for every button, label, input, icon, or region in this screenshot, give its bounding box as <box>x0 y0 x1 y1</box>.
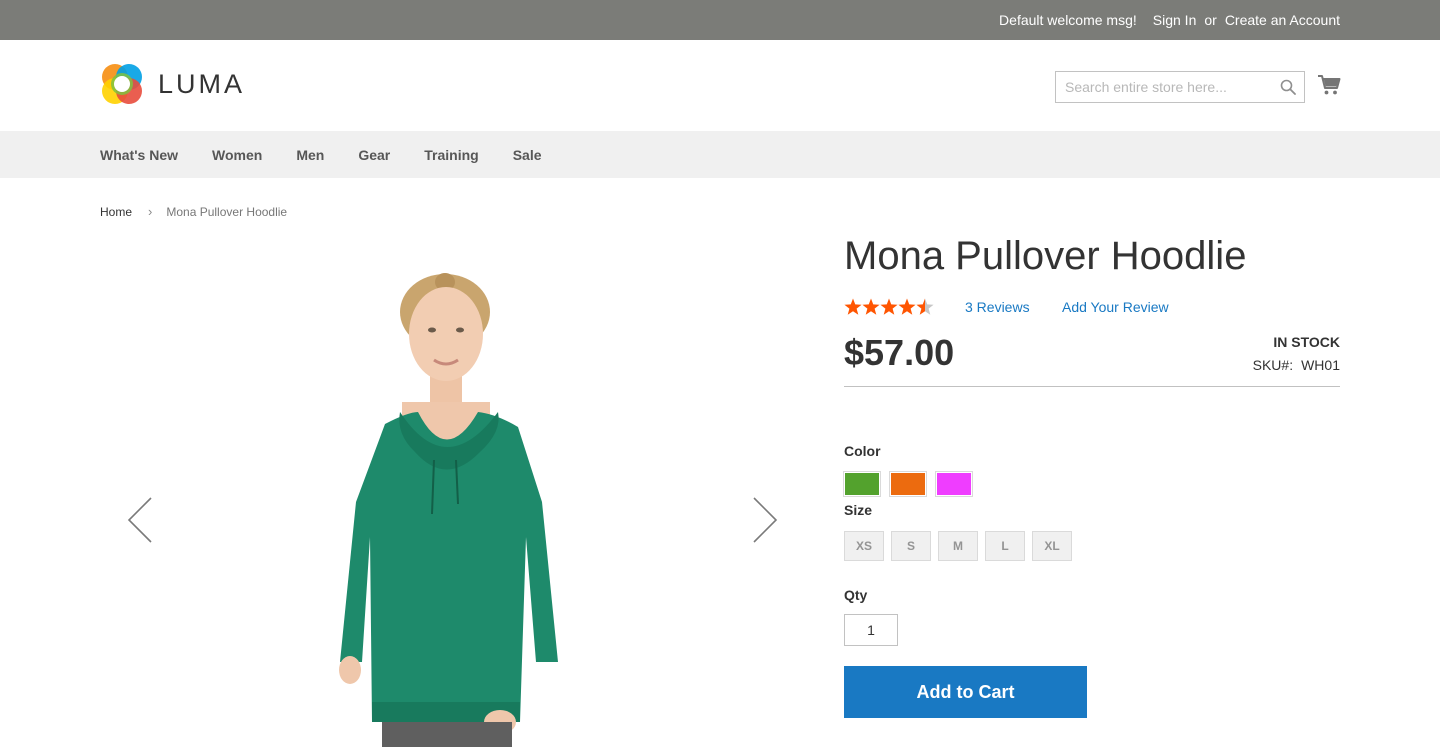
nav-item-women[interactable]: Women <box>212 147 262 163</box>
product-price: $57.00 <box>844 332 955 373</box>
chevron-right-icon: › <box>148 204 153 219</box>
logo[interactable]: LUMA <box>100 62 245 106</box>
breadcrumb-home[interactable]: Home <box>100 205 132 219</box>
size-option-s[interactable]: S <box>891 531 931 561</box>
nav-item-whats-new[interactable]: What's New <box>100 147 178 163</box>
main-navigation: What's New Women Men Gear Training Sale <box>0 131 1440 178</box>
top-bar: Default welcome msg! Sign In or Create a… <box>0 0 1440 40</box>
add-to-cart-button[interactable]: Add to Cart <box>844 666 1087 718</box>
rating-stars-icon <box>844 298 934 315</box>
sku: SKU#: WH01 <box>1253 357 1340 373</box>
reviews-link[interactable]: 3 Reviews <box>965 299 1030 315</box>
chevron-left-icon[interactable] <box>120 490 160 550</box>
search-box <box>1055 71 1305 103</box>
sku-label: SKU#: <box>1252 357 1294 373</box>
nav-item-sale[interactable]: Sale <box>513 147 542 163</box>
star-icon <box>844 298 862 315</box>
sku-value: WH01 <box>1301 357 1340 373</box>
product-image <box>339 273 558 747</box>
logo-wordmark: LUMA <box>158 68 246 99</box>
size-option-m[interactable]: M <box>938 531 978 561</box>
color-swatch-green[interactable] <box>843 471 881 497</box>
qty-label: Qty <box>844 587 868 603</box>
nav-item-men[interactable]: Men <box>296 147 324 163</box>
luma-logo-icon <box>102 64 142 104</box>
rating-summary <box>844 298 934 316</box>
star-icon <box>862 298 880 315</box>
cart-icon[interactable] <box>1317 73 1341 97</box>
size-option-l[interactable]: L <box>985 531 1025 561</box>
product-title: Mona Pullover Hoodlie <box>844 234 1247 278</box>
size-options: XS S M L XL <box>844 531 1072 561</box>
breadcrumb-current: Mona Pullover Hoodlie <box>166 204 288 219</box>
welcome-message: Default welcome msg! <box>999 12 1137 28</box>
breadcrumb: Home › Mona Pullover Hoodlie <box>100 204 287 219</box>
color-label: Color <box>844 443 881 459</box>
color-swatch-orange[interactable] <box>889 471 927 497</box>
or-separator: or <box>1204 12 1217 28</box>
sign-in-link[interactable]: Sign In <box>1153 12 1197 28</box>
page-header: LUMA <box>0 40 1440 131</box>
qty-input[interactable] <box>844 614 898 646</box>
add-review-link[interactable]: Add Your Review <box>1062 299 1169 315</box>
divider <box>844 386 1340 387</box>
search-icon[interactable] <box>1280 79 1296 95</box>
create-account-link[interactable]: Create an Account <box>1225 12 1340 28</box>
search-input[interactable] <box>1056 72 1276 102</box>
stock-status: In stock <box>1273 334 1340 350</box>
star-icon <box>880 298 898 315</box>
star-icon <box>898 298 916 315</box>
nav-menu: What's New Women Men Gear Training Sale <box>100 131 576 178</box>
color-swatches <box>843 471 973 497</box>
size-option-xl[interactable]: XL <box>1032 531 1072 561</box>
chevron-right-icon[interactable] <box>745 490 785 550</box>
nav-item-training[interactable]: Training <box>424 147 478 163</box>
size-option-xs[interactable]: XS <box>844 531 884 561</box>
nav-item-gear[interactable]: Gear <box>358 147 390 163</box>
product-gallery <box>100 230 800 747</box>
star-icon <box>916 298 934 315</box>
size-label: Size <box>844 502 873 518</box>
color-swatch-purple[interactable] <box>935 471 973 497</box>
header-links: Default welcome msg! Sign In or Create a… <box>999 0 1340 40</box>
